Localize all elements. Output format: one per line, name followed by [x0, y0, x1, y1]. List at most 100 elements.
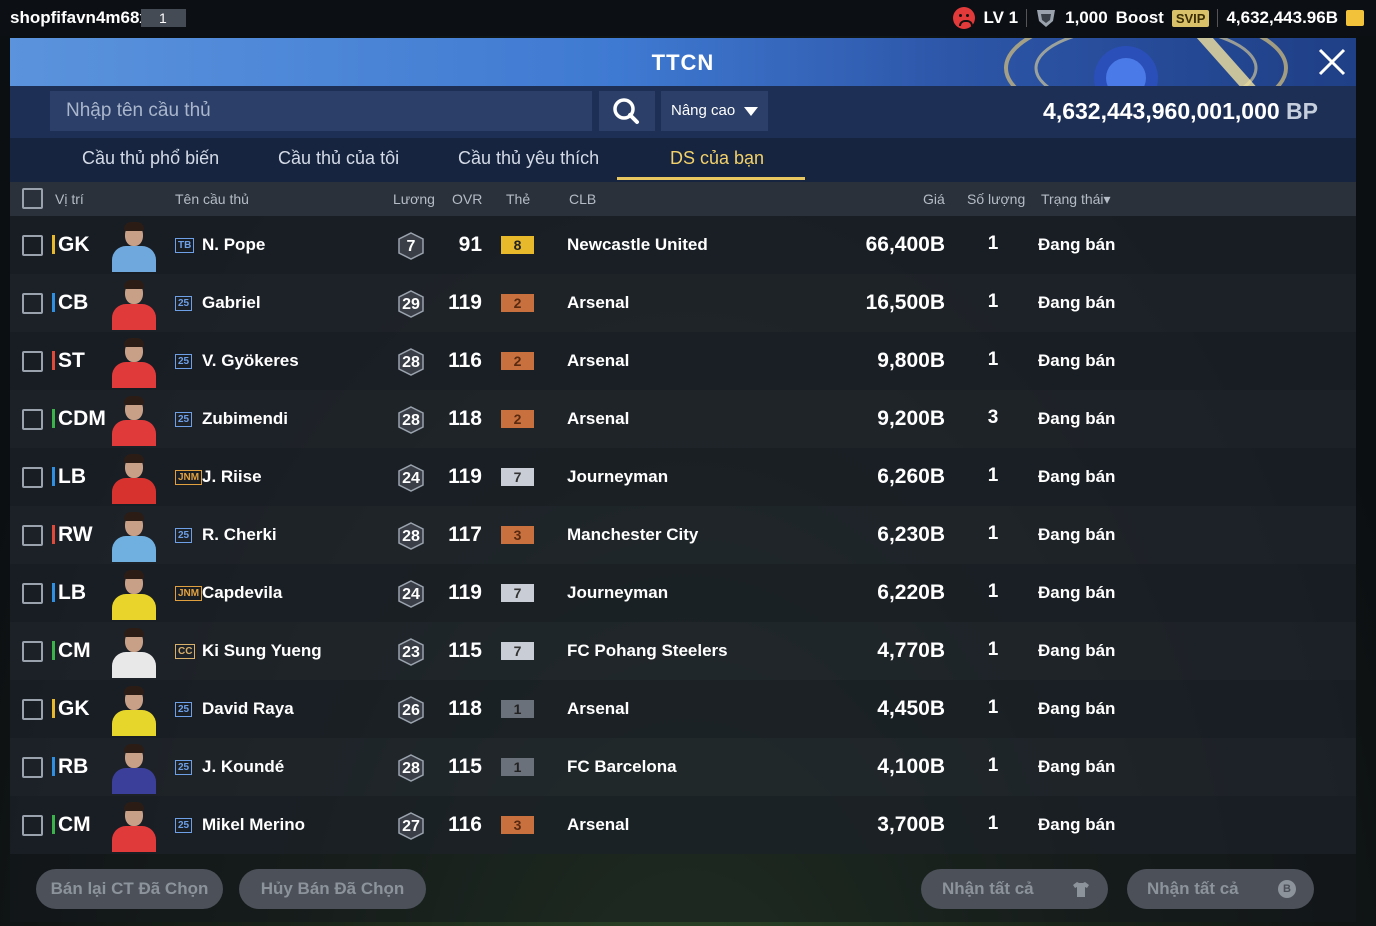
bp-coin-icon: B: [1278, 880, 1296, 898]
claim-all-button-1[interactable]: Nhận tất cả: [921, 869, 1108, 909]
tab-popular-players[interactable]: Cầu thủ phổ biến: [82, 148, 219, 169]
username: shopfifavn4m68x: [10, 8, 149, 27]
column-position[interactable]: Vị trí: [55, 191, 84, 207]
row-checkbox[interactable]: [22, 583, 43, 604]
card-grade-badge: 1: [501, 700, 534, 718]
claim-all-button-2[interactable]: Nhận tất cả B: [1127, 869, 1314, 909]
club-name: Arsenal: [567, 699, 630, 718]
table-row[interactable]: CM 25 Mikel Merino 27 116 3 Arsenal 3,70…: [10, 796, 1356, 854]
table-row[interactable]: CDM 25 Zubimendi 28 118 2 Arsenal 9,200B…: [10, 390, 1356, 448]
top-right-status: LV 1 1,000 Boost SVIP 4,632,443.96B: [953, 6, 1364, 30]
season-badge-icon: 25: [175, 412, 193, 427]
level-label: LV 1: [983, 8, 1019, 27]
column-ovr[interactable]: OVR: [452, 191, 482, 207]
row-checkbox[interactable]: [22, 641, 43, 662]
table-row[interactable]: LB JNM J. Riise 24 119 7 Journeyman 6,26…: [10, 448, 1356, 506]
cancel-selected-button[interactable]: Hủy Bán Đã Chọn: [239, 869, 426, 909]
club-name: Journeyman: [567, 467, 669, 486]
column-club[interactable]: CLB: [569, 191, 596, 207]
table-row[interactable]: GK TB N. Pope 7 91 8 Newcastle United 66…: [10, 216, 1356, 274]
price-value: 9,800B: [877, 349, 945, 372]
quantity-value: 1: [987, 581, 999, 602]
advanced-filter-dropdown[interactable]: Nâng cao: [661, 91, 768, 131]
table-row[interactable]: LB JNM Capdevila 24 119 7 Journeyman 6,2…: [10, 564, 1356, 622]
club-name: Arsenal: [567, 815, 630, 834]
tab-my-players[interactable]: Cầu thủ của tôi: [278, 148, 399, 169]
row-checkbox[interactable]: [22, 699, 43, 720]
player-avatar: [108, 336, 160, 388]
close-icon[interactable]: [1316, 46, 1348, 78]
select-all-checkbox[interactable]: [22, 188, 43, 209]
price-value: 6,220B: [877, 581, 945, 604]
column-price[interactable]: Giá: [923, 191, 945, 207]
row-checkbox[interactable]: [22, 235, 43, 256]
player-name: Ki Sung Yueng: [202, 641, 322, 660]
ovr-value: 116: [448, 813, 482, 836]
player-avatar: [108, 800, 160, 852]
player-position: LB: [52, 581, 86, 605]
coins-value: 4,632,443.96B: [1226, 8, 1338, 27]
tab-my-listings[interactable]: DS của bạn: [670, 148, 764, 169]
player-avatar: [108, 510, 160, 562]
row-checkbox[interactable]: [22, 293, 43, 314]
listing-status: Đang bán: [1038, 641, 1116, 660]
bp-unit: BP: [1286, 98, 1318, 124]
column-quantity[interactable]: Số lượng: [967, 191, 1025, 207]
wage-value: 24: [402, 586, 420, 603]
row-checkbox[interactable]: [22, 815, 43, 836]
wage-badge: 28: [398, 754, 424, 782]
listing-status: Đang bán: [1038, 409, 1116, 428]
wage-badge: 24: [398, 464, 424, 492]
sort-caret-icon: ▾: [1103, 191, 1111, 207]
table-row[interactable]: ST 25 V. Gyökeres 28 116 2 Arsenal 9,800…: [10, 332, 1356, 390]
season-badge-icon: 25: [175, 760, 193, 775]
wage-badge: 23: [398, 638, 424, 666]
quantity-value: 1: [987, 291, 999, 312]
club-name: Manchester City: [567, 525, 699, 544]
player-position: CM: [52, 813, 91, 837]
column-player-name[interactable]: Tên cầu thủ: [175, 191, 249, 207]
active-tab-underline: [617, 177, 805, 180]
club-name: Arsenal: [567, 351, 630, 370]
wage-badge: 24: [398, 580, 424, 608]
player-position: GK: [52, 697, 90, 721]
card-grade-badge: 7: [501, 642, 534, 660]
wage-badge: 28: [398, 406, 424, 434]
tab-favorite-players[interactable]: Cầu thủ yêu thích: [458, 148, 599, 169]
resell-selected-button[interactable]: Bán lại CT Đã Chọn: [36, 869, 223, 909]
top-status-bar: shopfifavn4m68x 1 LV 1 1,000 Boost SVIP …: [0, 0, 1376, 36]
search-button[interactable]: [599, 91, 655, 131]
row-checkbox[interactable]: [22, 351, 43, 372]
season-badge-icon: TB: [175, 238, 195, 253]
column-card[interactable]: Thẻ: [506, 191, 530, 207]
panel-header: TTCN: [10, 38, 1356, 86]
row-checkbox[interactable]: [22, 525, 43, 546]
column-status[interactable]: Trạng thái▾: [1041, 191, 1111, 208]
quantity-value: 1: [987, 349, 999, 370]
player-name: V. Gyökeres: [202, 351, 299, 370]
wage-value: 7: [406, 238, 416, 255]
row-checkbox[interactable]: [22, 409, 43, 430]
card-grade-badge: 1: [501, 758, 534, 776]
table-row[interactable]: CM CC Ki Sung Yueng 23 115 7 FC Pohang S…: [10, 622, 1356, 680]
club-name: Newcastle United: [567, 235, 708, 254]
market-panel: TTCN Nâng cao 4,632,443,960,001,000 BP C…: [10, 38, 1356, 922]
quantity-value: 3: [987, 407, 999, 428]
player-search-input[interactable]: [50, 91, 592, 131]
bp-balance: 4,632,443,960,001,000 BP: [1043, 98, 1318, 125]
table-row[interactable]: RB 25 J. Koundé 28 115 1 FC Barcelona 4,…: [10, 738, 1356, 796]
player-avatar: [108, 394, 160, 446]
table-row[interactable]: CB 25 Gabriel 29 119 2 Arsenal 16,500B 1…: [10, 274, 1356, 332]
ovr-value: 118: [448, 407, 482, 430]
row-checkbox[interactable]: [22, 757, 43, 778]
column-wage[interactable]: Lương: [393, 191, 435, 207]
row-checkbox[interactable]: [22, 467, 43, 488]
table-row[interactable]: GK 25 David Raya 26 118 1 Arsenal 4,450B…: [10, 680, 1356, 738]
quantity-value: 1: [987, 523, 999, 544]
card-grade-badge: 3: [501, 526, 534, 544]
table-row[interactable]: RW 25 R. Cherki 28 117 3 Manchester City…: [10, 506, 1356, 564]
ovr-value: 117: [448, 523, 482, 546]
club-name: Arsenal: [567, 293, 630, 312]
player-name: Gabriel: [202, 293, 261, 312]
player-name: Capdevila: [202, 583, 283, 602]
